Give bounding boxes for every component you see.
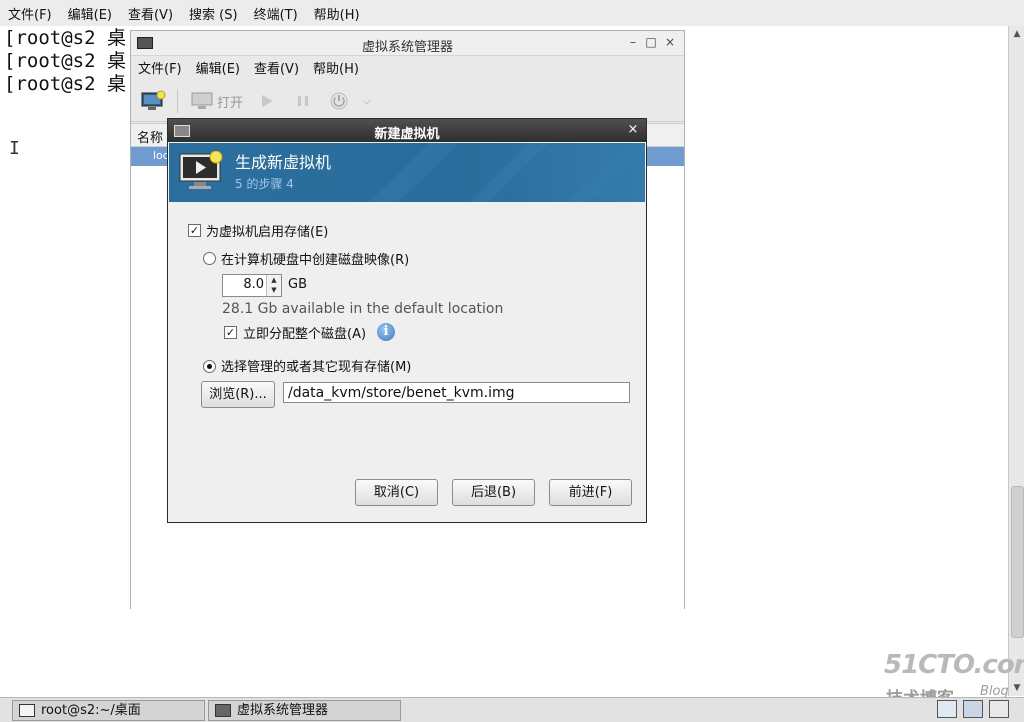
- banner-title: 生成新虚拟机: [235, 153, 332, 172]
- menu-edit[interactable]: 编辑(E): [189, 58, 247, 77]
- close-icon[interactable]: ×: [662, 34, 678, 50]
- menu-file[interactable]: 文件(F): [131, 58, 189, 77]
- terminal-menu-help[interactable]: 帮助(H): [306, 4, 368, 23]
- virt-manager-menubar: 文件(F) 编辑(E) 查看(V) 帮助(H): [131, 55, 684, 79]
- terminal-line: [root@s2 桌: [4, 73, 126, 95]
- open-button-label: 打开: [217, 95, 244, 111]
- enable-storage-checkbox[interactable]: ✓: [188, 224, 201, 237]
- select-existing-label[interactable]: 选择管理的或者其它现有存储(M): [221, 356, 411, 375]
- text-cursor-icon: I: [9, 138, 20, 159]
- forward-button[interactable]: 前进(F): [549, 479, 632, 506]
- enable-storage-label[interactable]: 为虚拟机启用存储(E): [206, 221, 328, 240]
- banner-step: 5 的步骤 4: [235, 177, 294, 191]
- terminal-line: [root@s2 桌: [4, 27, 126, 49]
- virt-manager-titlebar[interactable]: 虚拟系统管理器 – □ ×: [131, 31, 684, 56]
- workspace-icon[interactable]: [937, 700, 957, 718]
- new-vm-icon: [141, 90, 166, 110]
- column-header-label: 名称: [137, 131, 164, 146]
- run-button[interactable]: [259, 89, 275, 113]
- taskbar-item-virt-manager[interactable]: 虚拟系统管理器: [208, 700, 401, 721]
- taskbar-item-terminal[interactable]: root@s2:~/桌面: [12, 700, 205, 721]
- menu-help[interactable]: 帮助(H): [306, 58, 366, 77]
- stepper-buttons[interactable]: ▲ ▼: [266, 275, 281, 296]
- power-icon: [330, 92, 348, 110]
- dialog-titlebar[interactable]: 新建虚拟机 ×: [168, 119, 646, 142]
- terminal-line: [root@s2 桌: [4, 50, 126, 72]
- allocate-disk-checkbox[interactable]: ✓: [224, 326, 237, 339]
- create-disk-label[interactable]: 在计算机硬盘中创建磁盘映像(R): [221, 249, 409, 268]
- create-disk-radio[interactable]: [203, 252, 216, 265]
- terminal-menubar: 文件(F) 编辑(E) 查看(V) 搜索 (S) 终端(T) 帮助(H): [0, 0, 1024, 27]
- terminal-icon: [19, 704, 35, 717]
- toolbar-separator: [177, 89, 178, 113]
- workspace-icon[interactable]: [963, 700, 983, 718]
- allocate-disk-label[interactable]: 立即分配整个磁盘(A): [243, 323, 366, 342]
- storage-path-input[interactable]: /data_kvm/store/benet_kvm.img: [283, 382, 630, 403]
- available-space-text: 28.1 Gb available in the default locatio…: [222, 301, 504, 317]
- window-title: 虚拟系统管理器: [361, 40, 453, 55]
- new-vm-icon: [179, 151, 223, 189]
- open-button[interactable]: 打开: [191, 89, 243, 113]
- disk-size-unit: GB: [288, 277, 307, 292]
- terminal-scrollbar[interactable]: ▲ ▼: [1008, 26, 1024, 696]
- disk-size-value: 8.0: [243, 277, 264, 292]
- terminal-menu-edit[interactable]: 编辑(E): [60, 4, 120, 23]
- pause-icon: [298, 96, 308, 106]
- menu-view[interactable]: 查看(V): [247, 58, 306, 77]
- watermark-logo: 51CTO.com: [884, 650, 1024, 680]
- monitor-icon: [191, 92, 213, 109]
- new-vm-dialog: 新建虚拟机 × 生成新虚拟机 5 的步骤 4 ✓ 为虚拟机启用存储(E) 在计算…: [167, 118, 647, 523]
- stepper-up-icon[interactable]: ▲: [267, 275, 281, 285]
- taskbar: root@s2:~/桌面 虚拟系统管理器: [0, 697, 1024, 722]
- browse-button[interactable]: 浏览(R)...: [201, 381, 275, 408]
- minimize-icon[interactable]: –: [625, 34, 641, 50]
- info-icon: i: [377, 323, 395, 341]
- pause-button[interactable]: [295, 89, 311, 113]
- back-button[interactable]: 后退(B): [452, 479, 535, 506]
- terminal-menu-terminal[interactable]: 终端(T): [246, 4, 306, 23]
- dialog-banner: 生成新虚拟机 5 的步骤 4: [169, 143, 645, 202]
- terminal-menu-search[interactable]: 搜索 (S): [181, 4, 246, 23]
- stepper-down-icon[interactable]: ▼: [267, 285, 281, 295]
- play-icon: [262, 95, 273, 107]
- dialog-title: 新建虚拟机: [374, 127, 440, 142]
- maximize-icon[interactable]: □: [643, 34, 659, 50]
- scrollbar-thumb[interactable]: [1011, 486, 1024, 638]
- scroll-down-icon[interactable]: ▼: [1009, 680, 1024, 696]
- select-existing-radio[interactable]: [203, 360, 216, 373]
- shutdown-button[interactable]: [329, 89, 349, 113]
- close-icon[interactable]: ×: [626, 122, 640, 138]
- terminal-menu-view[interactable]: 查看(V): [120, 4, 181, 23]
- app-icon: [215, 704, 231, 717]
- scroll-up-icon[interactable]: ▲: [1009, 26, 1024, 42]
- new-vm-button[interactable]: [141, 89, 167, 113]
- cancel-button[interactable]: 取消(C): [355, 479, 438, 506]
- taskbar-item-label: root@s2:~/桌面: [41, 703, 141, 718]
- virt-manager-toolbar: 打开 ⌵: [131, 81, 684, 122]
- chevron-down-icon[interactable]: ⌵: [363, 89, 371, 113]
- workspace-icon[interactable]: [989, 700, 1009, 718]
- terminal-menu-file[interactable]: 文件(F): [0, 4, 60, 23]
- taskbar-item-label: 虚拟系统管理器: [237, 703, 329, 718]
- disk-size-stepper[interactable]: 8.0 ▲ ▼: [222, 274, 282, 297]
